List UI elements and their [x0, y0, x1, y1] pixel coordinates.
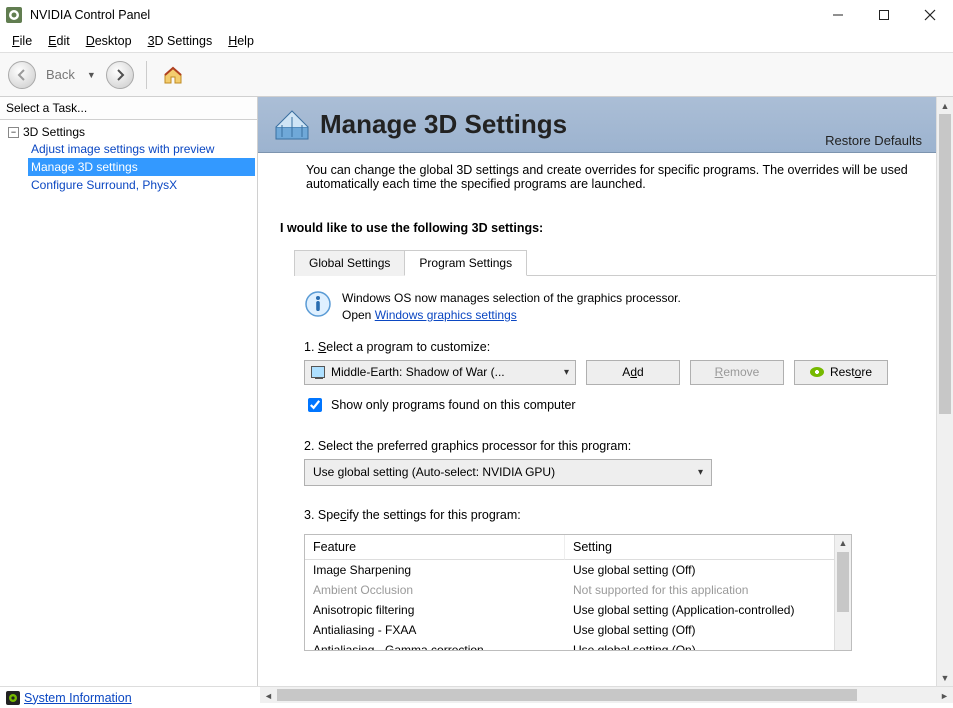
task-tree: − 3D Settings Adjust image settings with…: [0, 120, 257, 686]
settings-table: Feature Setting Image Sharpening Use glo…: [304, 534, 852, 651]
menu-3dsettings[interactable]: 3D Settings: [140, 32, 221, 50]
scroll-thumb[interactable]: [837, 552, 849, 612]
table-row: Ambient Occlusion Not supported for this…: [305, 580, 851, 600]
info-text: Windows OS now manages selection of the …: [342, 290, 681, 324]
step1-label: 1. Select a program to customize:: [304, 336, 926, 360]
scroll-up-icon[interactable]: ▲: [937, 97, 953, 114]
menu-desktop[interactable]: Desktop: [78, 32, 140, 50]
gpu-select[interactable]: Use global setting (Auto-select: NVIDIA …: [304, 459, 712, 486]
table-row[interactable]: Antialiasing - Gamma correction Use glob…: [305, 640, 851, 650]
settings-group: I would like to use the following 3D set…: [280, 209, 936, 661]
table-row[interactable]: Anisotropic filtering Use global setting…: [305, 600, 851, 620]
program-select-value: Middle-Earth: Shadow of War (...: [331, 365, 505, 379]
page-title: Manage 3D Settings: [320, 109, 567, 140]
content-horizontal-scrollbar[interactable]: ◄ ►: [260, 686, 953, 703]
content-vertical-scrollbar[interactable]: ▲ ▼: [936, 97, 953, 686]
window-title: NVIDIA Control Panel: [30, 8, 150, 22]
gpu-select-value: Use global setting (Auto-select: NVIDIA …: [313, 465, 555, 479]
nvidia-eye-icon: [810, 367, 824, 377]
info-line2-prefix: Open: [342, 308, 375, 322]
tab-global-settings[interactable]: Global Settings: [294, 250, 405, 276]
step2-label: 2. Select the preferred graphics process…: [304, 435, 926, 459]
nav-back-label: Back: [46, 67, 75, 82]
scroll-left-icon[interactable]: ◄: [260, 687, 277, 704]
remove-button[interactable]: Remove: [690, 360, 784, 385]
scroll-right-icon[interactable]: ►: [936, 687, 953, 704]
scroll-up-icon[interactable]: ▲: [835, 535, 851, 552]
titlebar: NVIDIA Control Panel: [0, 0, 953, 30]
menu-help[interactable]: Help: [220, 32, 262, 50]
page-description: You can change the global 3D settings an…: [258, 153, 936, 201]
chevron-down-icon: ▾: [698, 467, 703, 478]
content-pane: Manage 3D Settings Restore Defaults You …: [258, 97, 953, 686]
col-feature[interactable]: Feature: [305, 535, 565, 560]
menubar: File Edit Desktop 3D Settings Help: [0, 30, 953, 53]
page-header: Manage 3D Settings Restore Defaults: [258, 97, 936, 153]
windows-graphics-settings-link[interactable]: Windows graphics settings: [375, 308, 517, 322]
show-only-installed-checkbox[interactable]: [308, 398, 322, 412]
page-header-icon: [272, 105, 312, 145]
home-button[interactable]: [159, 61, 187, 89]
tree-link-manage-3d[interactable]: Manage 3D settings: [28, 158, 255, 176]
close-button[interactable]: [907, 0, 953, 30]
system-info-icon: [6, 691, 20, 705]
info-icon: [304, 290, 332, 318]
nav-forward-button[interactable]: [106, 61, 134, 89]
scroll-thumb[interactable]: [939, 114, 951, 414]
app-icon: [6, 7, 22, 23]
info-line1: Windows OS now manages selection of the …: [342, 291, 681, 305]
add-button[interactable]: Add: [586, 360, 680, 385]
maximize-button[interactable]: [861, 0, 907, 30]
task-tree-header: Select a Task...: [0, 97, 257, 120]
system-information-link[interactable]: System Information: [24, 691, 132, 705]
program-icon: [311, 366, 325, 378]
toolbar-separator: [146, 61, 147, 89]
col-setting[interactable]: Setting: [565, 535, 851, 560]
minimize-button[interactable]: [815, 0, 861, 30]
step3-label: 3. Specify the settings for this program…: [304, 486, 926, 528]
scroll-down-icon[interactable]: ▼: [937, 669, 953, 686]
statusbar: System Information ◄ ►: [0, 686, 953, 708]
scroll-thumb[interactable]: [277, 689, 857, 701]
tree-link-configure-physx[interactable]: Configure Surround, PhysX: [28, 176, 255, 194]
toolbar: Back ▼: [0, 53, 953, 97]
group-legend: I would like to use the following 3D set…: [280, 217, 936, 249]
chevron-down-icon: ▾: [564, 367, 569, 378]
settings-tabs: Global Settings Program Settings: [294, 249, 936, 276]
tab-program-settings[interactable]: Program Settings: [404, 250, 527, 276]
tree-link-adjust-image[interactable]: Adjust image settings with preview: [28, 140, 255, 158]
table-scrollbar[interactable]: ▲: [834, 535, 851, 650]
tree-toggle-icon[interactable]: −: [8, 127, 19, 138]
nav-history-dropdown-icon[interactable]: ▼: [83, 70, 100, 80]
tree-root-3d-settings[interactable]: 3D Settings: [23, 125, 85, 139]
program-settings-panel: Windows OS now manages selection of the …: [280, 276, 936, 661]
program-select[interactable]: Middle-Earth: Shadow of War (... ▾: [304, 360, 576, 385]
menu-edit[interactable]: Edit: [40, 32, 78, 50]
table-row[interactable]: Image Sharpening Use global setting (Off…: [305, 560, 851, 580]
nav-back-button[interactable]: [8, 61, 36, 89]
menu-file[interactable]: File: [4, 32, 40, 50]
restore-button[interactable]: Restore: [794, 360, 888, 385]
table-row[interactable]: Antialiasing - FXAA Use global setting (…: [305, 620, 851, 640]
show-only-installed-label[interactable]: Show only programs found on this compute…: [331, 398, 576, 412]
task-tree-pane: Select a Task... − 3D Settings Adjust im…: [0, 97, 258, 686]
window-controls: [815, 0, 953, 30]
restore-defaults-link[interactable]: Restore Defaults: [825, 133, 922, 148]
